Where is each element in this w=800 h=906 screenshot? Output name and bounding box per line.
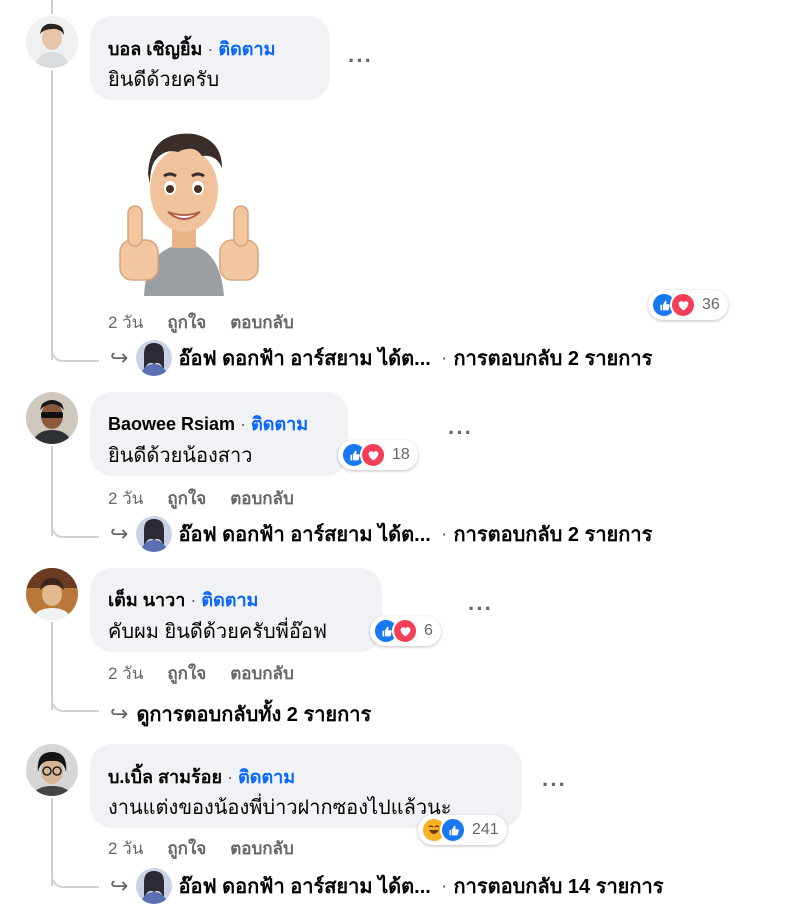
love-icon (670, 292, 696, 318)
follow-link[interactable]: ติดตาม (218, 39, 275, 59)
follow-link[interactable]: ติดตาม (251, 414, 308, 434)
reaction-summary[interactable]: 36 (648, 290, 728, 320)
comment-text: ยินดีด้วยครับ (108, 69, 220, 91)
reaction-summary[interactable]: 18 (338, 440, 418, 470)
reply-arrow-icon: ↪ (110, 345, 129, 370)
comment-time[interactable]: 2 วัน (108, 664, 143, 683)
replier-name: อ๊อฟ ดอกฟ้า อาร์สยาม ได้ต... (178, 524, 431, 546)
reply-action[interactable]: ตอบกลับ (230, 664, 294, 683)
reaction-count: 241 (472, 821, 499, 838)
replier-name: อ๊อฟ ดอกฟ้า อาร์สยาม ได้ต... (178, 876, 431, 898)
comment-actions: 2 วัน ถูกใจ ตอบกลับ (108, 835, 318, 862)
avatar[interactable] (26, 568, 78, 620)
comment-author-line: Baowee Rsiam · ติดตาม (108, 409, 308, 438)
reply-action[interactable]: ตอบกลับ (230, 313, 294, 332)
love-icon (360, 442, 386, 468)
more-options-button[interactable]: ··· (468, 596, 493, 622)
more-options-button[interactable]: ··· (542, 772, 567, 798)
avatar[interactable] (26, 744, 78, 796)
love-icon (392, 618, 418, 644)
replies-row[interactable]: ↪ อ๊อฟ ดอกฟ้า อาร์สยาม ได้ต... · การตอบก… (110, 516, 652, 552)
view-all-replies-link[interactable]: ↪ ดูการตอบกลับทั้ง 2 รายการ (110, 698, 371, 730)
reply-arrow-icon: ↪ (110, 521, 129, 546)
comment-author-line: บ.เบิ้ล สามร้อย · ติดตาม (108, 762, 295, 791)
reply-count: การตอบกลับ 2 รายการ (453, 348, 653, 370)
like-action[interactable]: ถูกใจ (167, 664, 206, 683)
avatar[interactable] (26, 392, 78, 444)
like-action[interactable]: ถูกใจ (167, 313, 206, 332)
comment-author[interactable]: บอล เชิญยิ้ม (108, 39, 202, 59)
separator-dot: · (227, 767, 234, 787)
comment-time[interactable]: 2 วัน (108, 489, 143, 508)
reaction-count: 18 (392, 446, 410, 463)
avatar[interactable] (26, 16, 78, 68)
separator-dot: · (207, 39, 214, 59)
replier-avatar (136, 516, 173, 552)
comment-time[interactable]: 2 วัน (108, 313, 143, 332)
reply-connector (51, 856, 99, 888)
like-action[interactable]: ถูกใจ (167, 489, 206, 508)
reaction-summary[interactable]: 6 (370, 616, 441, 646)
replies-row[interactable]: ↪ อ๊อฟ ดอกฟ้า อาร์สยาม ได้ต... · การตอบก… (110, 868, 663, 904)
replies-row[interactable]: ↪ อ๊อฟ ดอกฟ้า อาร์สยาม ได้ต... · การตอบก… (110, 340, 652, 376)
comment-author[interactable]: เต็ม นาวา (108, 590, 185, 610)
separator-dot: · (440, 522, 448, 545)
reply-connector (51, 680, 99, 712)
separator-dot: · (440, 874, 448, 897)
follow-link[interactable]: ติดตาม (201, 590, 258, 610)
thread-line (51, 0, 53, 14)
comment-actions: 2 วัน ถูกใจ ตอบกลับ (108, 309, 318, 336)
reaction-count: 6 (424, 622, 433, 639)
reaction-summary[interactable]: 241 (418, 815, 507, 845)
replier-name: อ๊อฟ ดอกฟ้า อาร์สยาม ได้ต... (178, 348, 431, 370)
reply-count: การตอบกลับ 14 รายการ (453, 876, 664, 898)
reply-arrow-icon: ↪ (110, 873, 129, 898)
comment-text: คับผม ยินดีด้วยครับพี่อ๊อฟ (108, 621, 328, 643)
comment-author-line: เต็ม นาวา · ติดตาม (108, 585, 258, 614)
reply-connector (51, 330, 99, 362)
comment-author-line: บอล เชิญยิ้ม · ติดตาม (108, 34, 275, 63)
replier-avatar (136, 868, 173, 904)
like-icon (440, 817, 466, 843)
comment-author[interactable]: บ.เบิ้ล สามร้อย (108, 767, 222, 787)
more-options-button[interactable]: ··· (448, 420, 473, 446)
comment-actions: 2 วัน ถูกใจ ตอบกลับ (108, 485, 318, 512)
reply-action[interactable]: ตอบกลับ (230, 839, 294, 858)
comment-author[interactable]: Baowee Rsiam (108, 414, 235, 434)
reply-action[interactable]: ตอบกลับ (230, 489, 294, 508)
thread-line (51, 70, 53, 360)
comment-text: ยินดีด้วยน้องสาว (108, 445, 253, 467)
separator-dot: · (240, 414, 247, 434)
reply-count: การตอบกลับ 2 รายการ (453, 524, 653, 546)
like-action[interactable]: ถูกใจ (167, 839, 206, 858)
reaction-count: 36 (702, 296, 720, 313)
separator-dot: · (190, 590, 197, 610)
view-all-replies-label: ดูการตอบกลับทั้ง 2 รายการ (136, 704, 372, 726)
reply-connector (51, 506, 99, 538)
comment-actions: 2 วัน ถูกใจ ตอบกลับ (108, 660, 318, 687)
replier-avatar (136, 340, 173, 376)
thumbs-up-avatar-sticker[interactable] (98, 122, 268, 296)
reply-arrow-icon: ↪ (110, 701, 129, 726)
more-options-button[interactable]: ··· (348, 48, 373, 74)
comment-text: งานแต่งของน้องพี่บ่าวฝากซองไปแล้วนะ (108, 797, 452, 819)
follow-link[interactable]: ติดตาม (238, 767, 295, 787)
separator-dot: · (440, 346, 448, 369)
comment-time[interactable]: 2 วัน (108, 839, 143, 858)
